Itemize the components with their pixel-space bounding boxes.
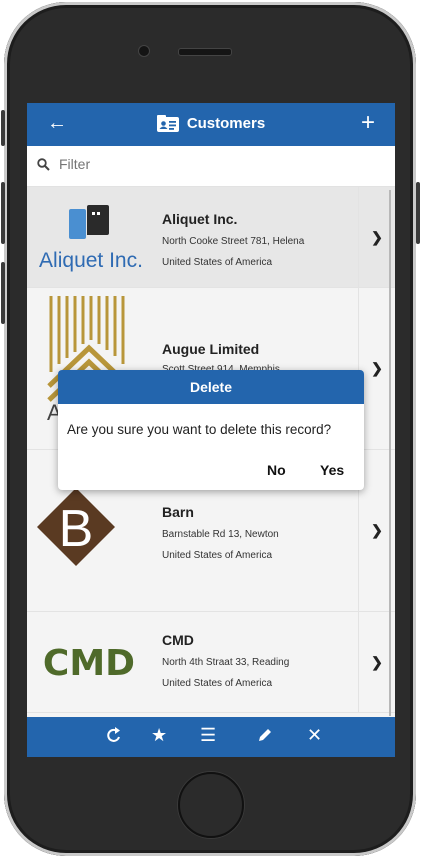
yes-button[interactable]: Yes — [320, 462, 344, 478]
home-button[interactable] — [178, 772, 244, 838]
dialog-overlay: Delete Are you sure you want to delete t… — [27, 103, 395, 757]
mute-switch — [1, 110, 5, 146]
power-button — [416, 182, 420, 244]
delete-dialog: Delete Are you sure you want to delete t… — [58, 370, 364, 490]
dialog-title: Delete — [58, 370, 364, 404]
dialog-message: Are you sure you want to delete this rec… — [67, 422, 332, 437]
earpiece-speaker — [178, 48, 232, 56]
front-camera — [138, 45, 150, 57]
volume-up-button — [1, 182, 5, 244]
no-button[interactable]: No — [267, 462, 286, 478]
volume-down-button — [1, 262, 5, 324]
app-screen: ← Customers + Aliquet Inc. Aliquet Inc. — [27, 103, 395, 757]
